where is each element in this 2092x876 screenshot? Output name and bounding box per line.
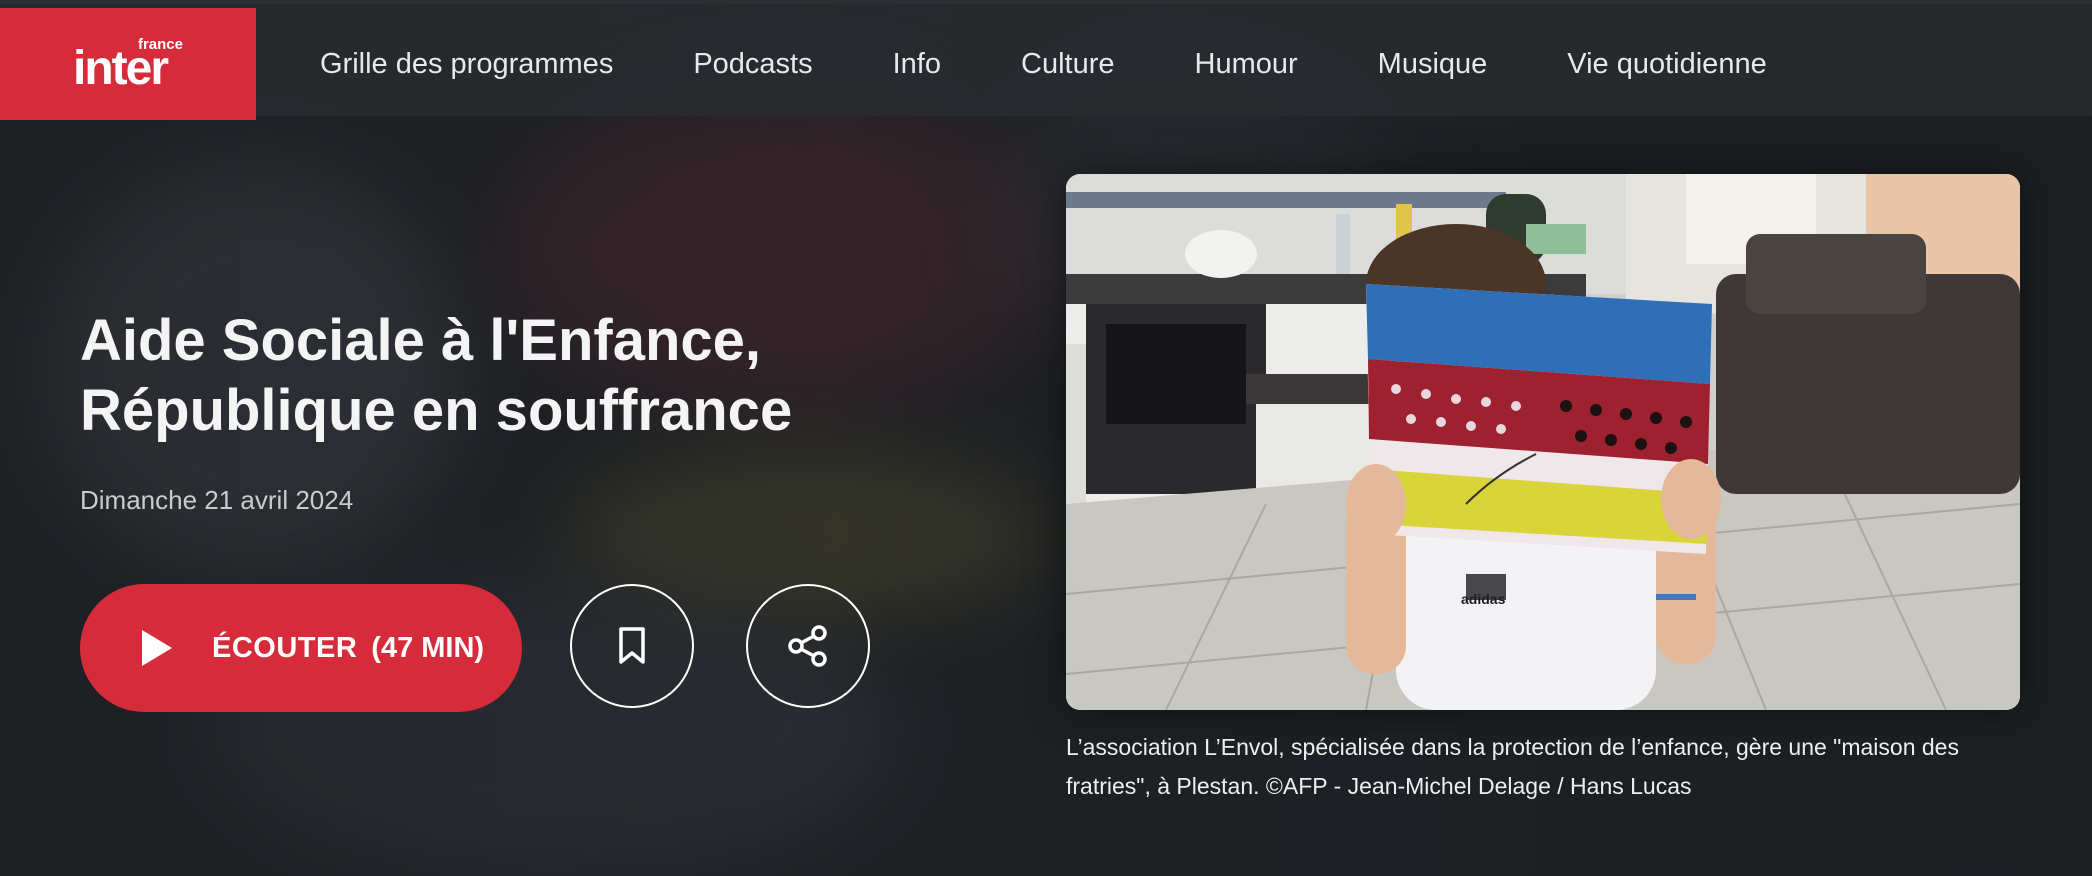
episode-title: Aide Sociale à l'Enfance, République en …: [80, 308, 793, 443]
share-icon: [788, 625, 827, 667]
bookmark-icon: [619, 627, 645, 664]
nav-item-info[interactable]: Info: [893, 48, 941, 81]
listen-button[interactable]: ÉCOUTER (47 MIN): [80, 584, 522, 712]
main-menu: Grille des programmes Podcasts Info Cult…: [320, 8, 1847, 120]
share-button[interactable]: [746, 584, 870, 708]
nav-item-musique[interactable]: Musique: [1378, 48, 1488, 81]
episode-image: adidas: [1066, 174, 2020, 710]
logo-big-text: inter: [73, 42, 169, 95]
nav-item-grille[interactable]: Grille des programmes: [320, 48, 613, 81]
listen-label: ÉCOUTER: [212, 631, 358, 664]
image-caption: L’association L’Envol, spécialisée dans …: [1066, 734, 1959, 799]
listen-duration: (47 MIN): [371, 631, 485, 664]
bookmark-button[interactable]: [570, 584, 694, 708]
play-icon: [142, 630, 172, 666]
top-navigation: france inter Grille des programmes Podca…: [0, 0, 2092, 120]
nav-item-podcasts[interactable]: Podcasts: [693, 48, 812, 81]
child-with-painting-photo: adidas: [1066, 174, 2020, 710]
nav-item-vie-quotidienne[interactable]: Vie quotidienne: [1567, 48, 1766, 81]
france-inter-logo[interactable]: france inter: [0, 8, 256, 120]
nav-item-culture[interactable]: Culture: [1021, 48, 1115, 81]
nav-item-humour[interactable]: Humour: [1195, 48, 1298, 81]
episode-date: Dimanche 21 avril 2024: [80, 485, 354, 515]
shirt-brand: adidas: [1461, 591, 1506, 607]
